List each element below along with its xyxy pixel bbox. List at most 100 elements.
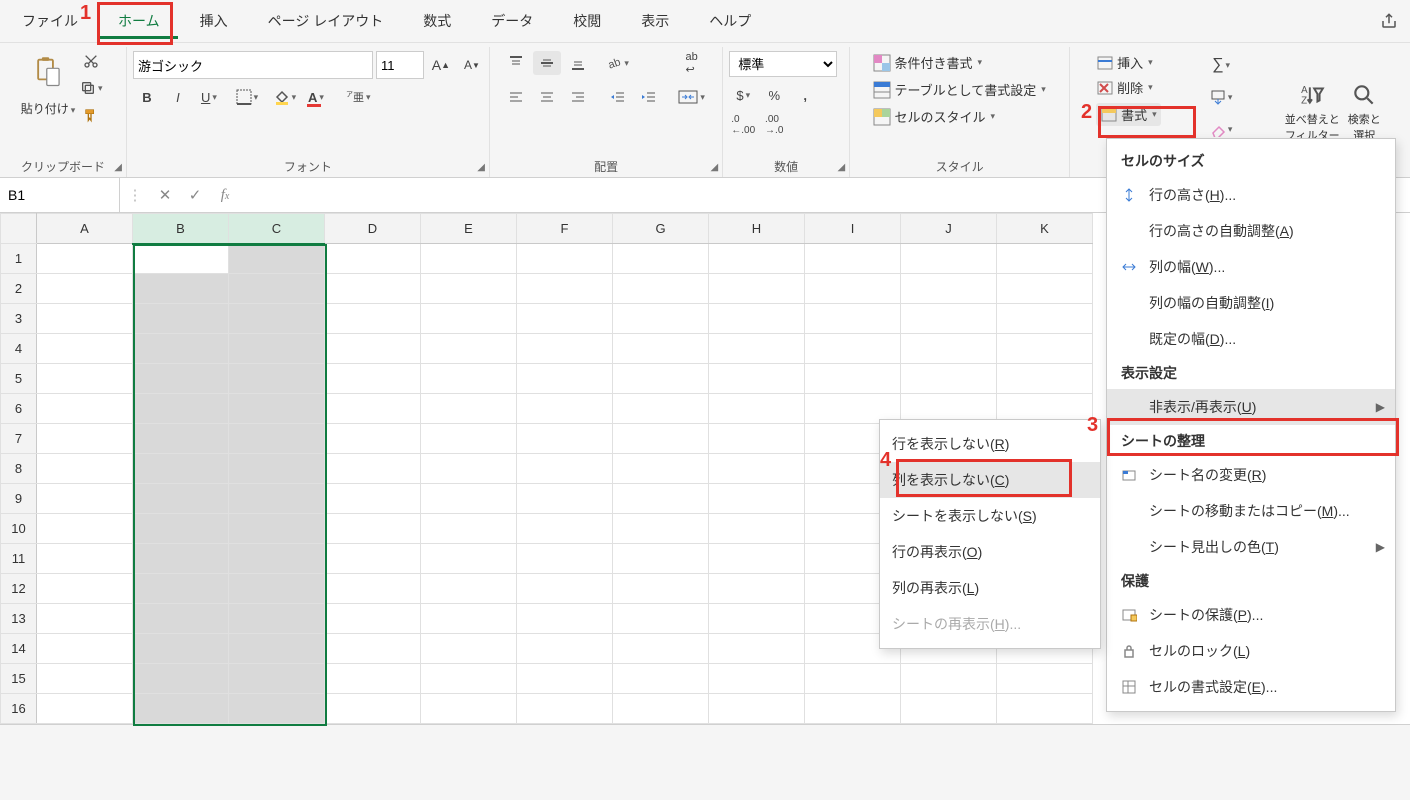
cell-B16[interactable] [133, 694, 229, 724]
cell-J3[interactable] [901, 304, 997, 334]
cell-C13[interactable] [229, 604, 325, 634]
cell-G14[interactable] [613, 634, 709, 664]
cell-E2[interactable] [421, 274, 517, 304]
cell-I4[interactable] [805, 334, 901, 364]
menu-col-width[interactable]: 列の幅(W)... [1107, 249, 1395, 285]
cell-E12[interactable] [421, 574, 517, 604]
cell-D10[interactable] [325, 514, 421, 544]
cells-format-button[interactable]: 書式▾ [1096, 103, 1161, 126]
cell-F5[interactable] [517, 364, 613, 394]
cell-B2[interactable] [133, 274, 229, 304]
tab-view[interactable]: 表示 [623, 3, 687, 39]
cell-D11[interactable] [325, 544, 421, 574]
cell-H5[interactable] [709, 364, 805, 394]
cell-C2[interactable] [229, 274, 325, 304]
cell-D13[interactable] [325, 604, 421, 634]
cell-G16[interactable] [613, 694, 709, 724]
menu-row-height[interactable]: 行の高さ(H)... [1107, 177, 1395, 213]
fx-button[interactable]: fx [210, 187, 240, 204]
cell-K2[interactable] [997, 274, 1093, 304]
orientation-button[interactable]: ab▾ [604, 51, 632, 75]
cell-A9[interactable] [37, 484, 133, 514]
cell-K16[interactable] [997, 694, 1093, 724]
cell-I1[interactable] [805, 244, 901, 274]
cell-F7[interactable] [517, 424, 613, 454]
column-header-I[interactable]: I [805, 214, 901, 244]
cell-E15[interactable] [421, 664, 517, 694]
tab-help[interactable]: ヘルプ [691, 3, 769, 39]
cell-E13[interactable] [421, 604, 517, 634]
tab-file[interactable]: ファイル [4, 3, 96, 39]
cell-H16[interactable] [709, 694, 805, 724]
cell-H12[interactable] [709, 574, 805, 604]
menu-hide-rows[interactable]: 行を表示しない(R) [880, 426, 1100, 462]
cell-A10[interactable] [37, 514, 133, 544]
cell-C11[interactable] [229, 544, 325, 574]
border-button[interactable]: ▾ [233, 85, 261, 109]
cell-D14[interactable] [325, 634, 421, 664]
number-dialog-launcher[interactable]: ◢ [837, 162, 845, 173]
cell-B3[interactable] [133, 304, 229, 334]
cell-K3[interactable] [997, 304, 1093, 334]
row-header-12[interactable]: 12 [1, 574, 37, 604]
row-header-2[interactable]: 2 [1, 274, 37, 304]
cell-D4[interactable] [325, 334, 421, 364]
cell-K1[interactable] [997, 244, 1093, 274]
row-header-13[interactable]: 13 [1, 604, 37, 634]
row-header-9[interactable]: 9 [1, 484, 37, 514]
cell-B12[interactable] [133, 574, 229, 604]
autosum-button[interactable]: ∑▾ [1207, 53, 1235, 77]
cut-button[interactable] [77, 49, 105, 73]
cell-H4[interactable] [709, 334, 805, 364]
cell-A1[interactable] [37, 244, 133, 274]
cell-F12[interactable] [517, 574, 613, 604]
copy-button[interactable]: ▾ [77, 76, 105, 100]
decrease-font-button[interactable]: A▼ [458, 53, 486, 77]
cell-A16[interactable] [37, 694, 133, 724]
cell-F1[interactable] [517, 244, 613, 274]
row-header-3[interactable]: 3 [1, 304, 37, 334]
cell-G12[interactable] [613, 574, 709, 604]
cell-B1[interactable] [133, 244, 229, 274]
column-header-C[interactable]: C [229, 214, 325, 244]
cell-G1[interactable] [613, 244, 709, 274]
cell-B14[interactable] [133, 634, 229, 664]
italic-button[interactable]: I [164, 85, 192, 109]
find-select-button[interactable]: 検索と 選択 [1348, 82, 1381, 143]
increase-decimal-button[interactable]: .0←.00 [729, 113, 757, 137]
cell-E16[interactable] [421, 694, 517, 724]
underline-button[interactable]: U▾ [195, 85, 223, 109]
cell-F13[interactable] [517, 604, 613, 634]
cell-C8[interactable] [229, 454, 325, 484]
cell-B5[interactable] [133, 364, 229, 394]
formula-dropdown[interactable]: ⋮ [120, 186, 150, 204]
cell-I15[interactable] [805, 664, 901, 694]
menu-hide-columns[interactable]: 列を表示しない(C) [880, 462, 1100, 498]
cell-H6[interactable] [709, 394, 805, 424]
select-all-corner[interactable] [1, 214, 37, 244]
cell-C6[interactable] [229, 394, 325, 424]
cell-F11[interactable] [517, 544, 613, 574]
cell-A8[interactable] [37, 454, 133, 484]
cells-delete-button[interactable]: 削除▾ [1096, 78, 1153, 97]
row-header-6[interactable]: 6 [1, 394, 37, 424]
cell-H11[interactable] [709, 544, 805, 574]
share-icon[interactable] [1372, 6, 1406, 36]
merge-cells-button[interactable]: ▾ [673, 85, 711, 109]
cell-K4[interactable] [997, 334, 1093, 364]
cell-E5[interactable] [421, 364, 517, 394]
cell-C4[interactable] [229, 334, 325, 364]
cell-E1[interactable] [421, 244, 517, 274]
cell-F6[interactable] [517, 394, 613, 424]
align-top-button[interactable] [502, 51, 530, 75]
format-painter-button[interactable] [77, 103, 105, 127]
cell-H3[interactable] [709, 304, 805, 334]
row-header-7[interactable]: 7 [1, 424, 37, 454]
font-size-combo[interactable] [376, 51, 424, 79]
menu-unhide-sheet[interactable]: シートの再表示(H)... [880, 606, 1100, 642]
cell-D9[interactable] [325, 484, 421, 514]
column-header-F[interactable]: F [517, 214, 613, 244]
cancel-formula-button[interactable]: ✕ [150, 186, 180, 204]
column-header-E[interactable]: E [421, 214, 517, 244]
cell-G3[interactable] [613, 304, 709, 334]
